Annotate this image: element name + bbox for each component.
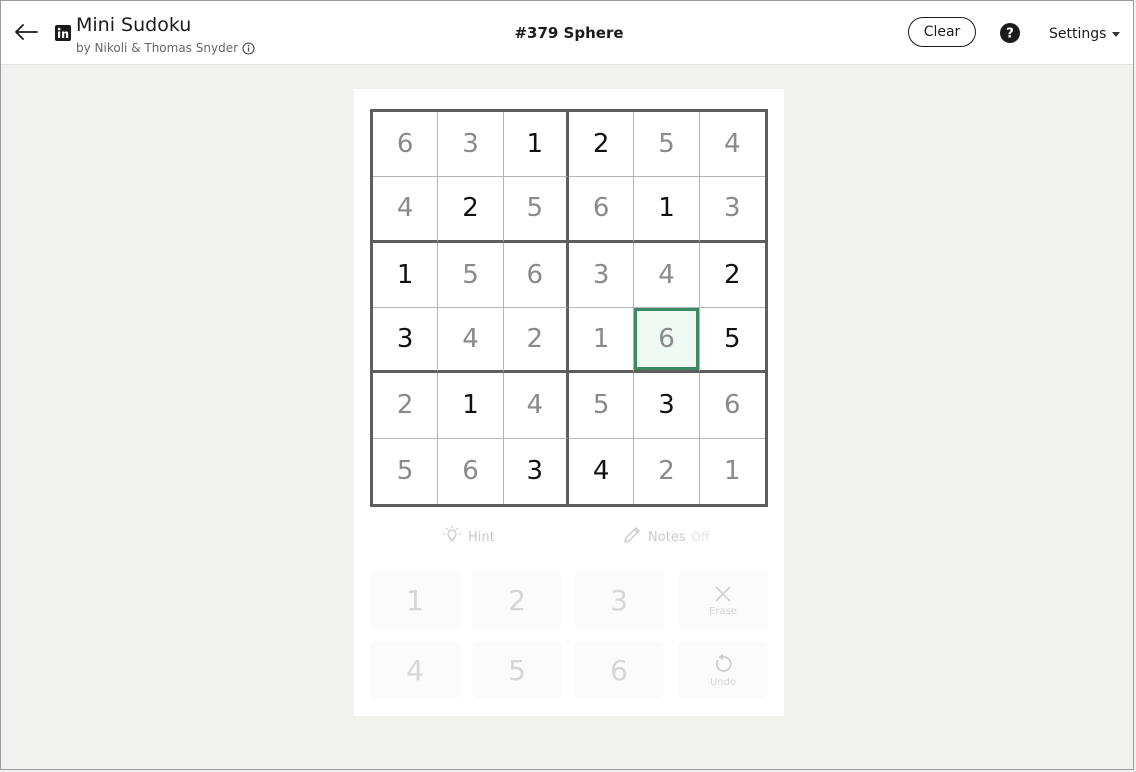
grid-cell-r5c1[interactable]: 2	[373, 373, 439, 439]
grid-cell-r3c4[interactable]: 3	[569, 242, 635, 308]
grid-cell-r2c6[interactable]: 3	[699, 177, 765, 243]
keypad-5[interactable]: 5	[472, 641, 562, 699]
pencil-icon	[622, 525, 642, 549]
grid-cell-r6c2[interactable]: 6	[438, 438, 504, 504]
grid-cell-r5c2[interactable]: 1	[438, 373, 504, 439]
grid-cell-r2c5[interactable]: 1	[634, 177, 700, 243]
grid-cell-r2c1[interactable]: 4	[373, 177, 439, 243]
erase-label: Erase	[709, 605, 737, 617]
grid-cell-r6c4[interactable]: 4	[569, 438, 635, 504]
grid-cell-r1c5[interactable]: 5	[634, 112, 700, 178]
grid-cell-r4c2[interactable]: 4	[438, 308, 504, 374]
close-icon	[713, 584, 733, 604]
grid-cell-r3c1[interactable]: 1	[373, 242, 439, 308]
notes-state: Off	[691, 530, 710, 544]
grid-cell-r2c4[interactable]: 6	[569, 177, 635, 243]
grid-cell-r3c5[interactable]: 4	[634, 242, 700, 308]
keypad-4[interactable]: 4	[370, 641, 460, 699]
keypad-3[interactable]: 3	[574, 571, 664, 629]
notes-label: Notes	[648, 529, 686, 545]
sudoku-grid: 631254425613156342342165214536563421	[370, 109, 768, 507]
grid-cell-r6c1[interactable]: 5	[373, 438, 439, 504]
grid-cell-r3c3[interactable]: 6	[503, 242, 569, 308]
grid-cell-r4c3[interactable]: 2	[503, 308, 569, 374]
tool-row: Hint Notes Off	[370, 521, 768, 555]
settings-dropdown[interactable]: Settings	[1049, 26, 1121, 42]
game-panel: 631254425613156342342165214536563421 Hin…	[354, 89, 784, 716]
grid-cell-r1c1[interactable]: 6	[373, 112, 439, 178]
grid-cell-r6c6[interactable]: 1	[700, 439, 765, 504]
lightbulb-icon	[442, 525, 462, 549]
svg-text:?: ?	[1006, 27, 1014, 42]
grid-cell-r6c5[interactable]: 2	[634, 438, 700, 504]
grid-cell-r3c2[interactable]: 5	[438, 242, 504, 308]
hint-button[interactable]: Hint	[442, 525, 495, 549]
undo-label: Undo	[709, 676, 737, 688]
notes-toggle[interactable]: Notes Off	[622, 525, 709, 549]
byline-text: by Nikoli & Thomas Snyder	[76, 41, 239, 55]
grid-cell-r4c5[interactable]: 6	[634, 308, 700, 374]
grid-cell-r5c5[interactable]: 3	[634, 373, 700, 439]
grid-cell-r4c1[interactable]: 3	[373, 308, 439, 374]
erase-button[interactable]: Erase	[678, 571, 768, 629]
keypad-1[interactable]: 1	[370, 571, 460, 629]
help-icon[interactable]: ?	[999, 22, 1021, 44]
linkedin-logo-icon	[55, 25, 71, 41]
grid-cell-r1c6[interactable]: 4	[699, 112, 765, 178]
grid-cell-r4c4[interactable]: 1	[569, 308, 635, 374]
grid-cell-r5c3[interactable]: 4	[503, 373, 569, 439]
grid-cell-r6c3[interactable]: 3	[504, 438, 569, 504]
grid-cell-r5c4[interactable]: 5	[569, 373, 635, 439]
grid-cell-r1c2[interactable]: 3	[438, 112, 504, 178]
game-byline: by Nikoli & Thomas Snyder	[76, 41, 255, 55]
keypad-2[interactable]: 2	[472, 571, 562, 629]
grid-cell-r1c3[interactable]: 1	[503, 112, 569, 178]
keypad-6[interactable]: 6	[574, 641, 664, 699]
chevron-down-icon	[1112, 31, 1121, 37]
grid-cell-r1c4[interactable]: 2	[569, 112, 635, 178]
grid-cell-r5c6[interactable]: 6	[699, 373, 765, 439]
back-arrow-icon[interactable]	[13, 21, 39, 43]
top-bar: Mini Sudoku by Nikoli & Thomas Snyder #3…	[1, 1, 1133, 65]
hint-label: Hint	[468, 529, 495, 545]
grid-cell-r3c6[interactable]: 2	[699, 243, 765, 308]
clear-button[interactable]: Clear	[908, 17, 976, 47]
undo-button[interactable]: Undo	[678, 641, 768, 699]
grid-cell-r4c6[interactable]: 5	[699, 308, 765, 374]
info-icon[interactable]	[242, 41, 255, 55]
game-title: Mini Sudoku	[76, 14, 192, 36]
grid-cell-r2c2[interactable]: 2	[438, 177, 504, 243]
settings-label: Settings	[1049, 26, 1107, 42]
undo-icon	[712, 653, 734, 675]
grid-cell-r2c3[interactable]: 5	[503, 177, 569, 243]
